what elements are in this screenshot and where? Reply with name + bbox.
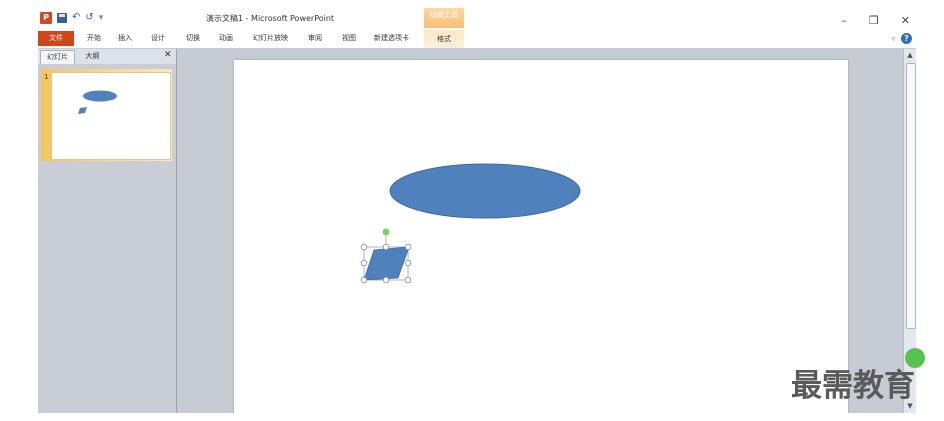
resize-handle[interactable] — [382, 276, 390, 284]
window-controls: – ❐ ✕ — [841, 14, 910, 27]
quick-access-toolbar: P ↶ ↺ ▾ — [40, 12, 103, 24]
save-icon[interactable] — [57, 13, 67, 23]
thumbnail-canvas — [78, 90, 117, 114]
selected-parallelogram[interactable] — [360, 228, 412, 284]
pane-tabs: 幻灯片 大纲 ✕ — [38, 49, 176, 64]
thumbnail-parallelogram — [78, 107, 87, 114]
tab-insert[interactable]: 插入 — [118, 33, 132, 43]
tab-home[interactable]: 开始 — [87, 33, 101, 43]
scroll-up-icon[interactable]: ▲ — [905, 50, 915, 60]
rotation-handle[interactable] — [382, 228, 390, 236]
resize-handle[interactable] — [360, 276, 368, 284]
tab-slides[interactable]: 幻灯片 — [40, 50, 75, 64]
resize-handle[interactable] — [382, 243, 390, 251]
tab-animations[interactable]: 动画 — [219, 33, 233, 43]
resize-handle[interactable] — [360, 259, 368, 267]
customize-qat-icon[interactable]: ▾ — [99, 13, 104, 23]
undo-icon[interactable]: ↶ — [72, 12, 80, 24]
tab-view[interactable]: 视图 — [342, 33, 356, 43]
minimize-ribbon-icon[interactable]: ▿ — [891, 35, 895, 43]
tab-transitions[interactable]: 切换 — [186, 33, 200, 43]
restore-button[interactable]: ❐ — [869, 14, 879, 27]
watermark: 最需教育 — [791, 368, 915, 404]
slide-drawing — [360, 163, 581, 284]
resize-handle[interactable] — [404, 276, 412, 284]
parallelogram-shape[interactable] — [363, 246, 410, 281]
resize-handle[interactable] — [404, 243, 412, 251]
tab-slideshow[interactable]: 幻灯片放映 — [253, 33, 288, 43]
ellipse-shape[interactable] — [389, 163, 581, 219]
tab-new[interactable]: 新建选项卡 — [374, 33, 409, 43]
thumbnail-ellipse — [83, 90, 117, 102]
tab-file[interactable]: 文件 — [38, 31, 74, 46]
close-button[interactable]: ✕ — [901, 14, 910, 27]
close-pane-icon[interactable]: ✕ — [164, 50, 172, 60]
tab-outline[interactable]: 大纲 — [76, 50, 109, 63]
slide-number: 1 — [44, 73, 49, 81]
window-title: 演示文稿1 - Microsoft PowerPoint — [206, 14, 335, 23]
tab-review[interactable]: 审阅 — [308, 33, 322, 43]
resize-handle[interactable] — [404, 259, 412, 267]
slide-thumbnail[interactable] — [51, 72, 171, 160]
resize-handle[interactable] — [360, 243, 368, 251]
tab-format[interactable]: 格式 — [424, 30, 464, 48]
ribbon-tabs: 文件 开始 插入 设计 切换 动画 幻灯片放映 审阅 视图 新建选项卡 格式 ▿… — [38, 30, 916, 49]
slides-pane: 幻灯片 大纲 ✕ 1 — [38, 49, 177, 413]
title-bar: P ↶ ↺ ▾ 演示文稿1 - Microsoft PowerPoint 绘图工… — [38, 8, 916, 30]
powerpoint-icon[interactable]: P — [40, 12, 52, 24]
redo-icon[interactable]: ↺ — [85, 12, 93, 24]
powerpoint-window: P ↶ ↺ ▾ 演示文稿1 - Microsoft PowerPoint 绘图工… — [38, 8, 916, 413]
slide-canvas[interactable] — [234, 60, 848, 413]
ribbon-right-controls: ▿ ? — [891, 33, 912, 44]
scroll-thumb[interactable] — [906, 63, 916, 329]
minimize-button[interactable]: – — [841, 14, 847, 27]
tab-design[interactable]: 设计 — [151, 33, 165, 43]
drawing-tools-header: 绘图工具 — [424, 8, 464, 28]
help-icon[interactable]: ? — [901, 33, 912, 44]
